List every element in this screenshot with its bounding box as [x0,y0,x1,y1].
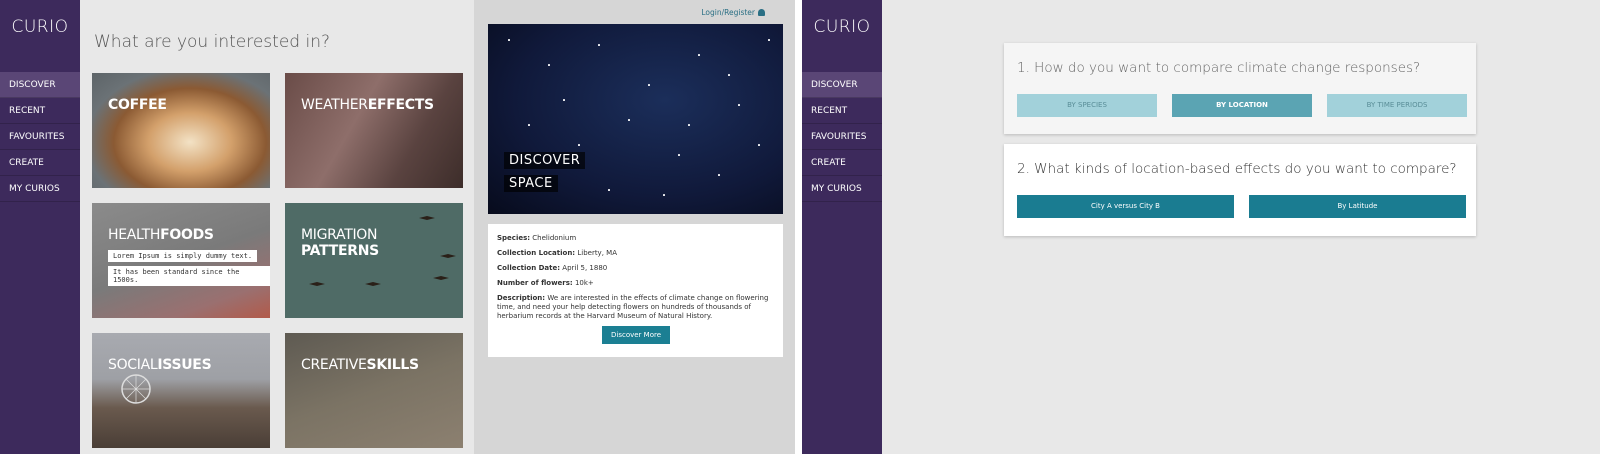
tile-title: HEALTHFOODS [108,227,214,243]
sidebar: CURIO DISCOVER RECENT FAVOURITES CREATE … [802,0,882,454]
tile-weather-effects[interactable]: WEATHEREFFECTS [285,73,463,188]
sidebar-item-create[interactable]: CREATE [802,150,882,176]
tile-title: CREATIVESKILLS [301,357,419,373]
tile-caption: Lorem Ipsum is simply dummy text. [108,250,258,262]
bird-icon [440,254,456,258]
sidebar-item-recent[interactable]: RECENT [802,98,882,124]
tile-title-light: HEALTH [108,227,161,243]
feature-image[interactable]: DISCOVER SPACE [488,24,783,214]
tile-title: COFFEE [108,97,167,113]
login-register-label: Login/Register [701,8,755,17]
app-logo[interactable]: CURIO [802,17,882,37]
bird-icon [309,282,325,286]
date-row: Collection Date: April 5, 1880 [497,264,774,272]
feature-title-line1: DISCOVER [504,152,586,169]
ferris-wheel-icon [121,374,151,404]
tile-title-light: MIGRATION [301,227,378,243]
flowers-label: Number of flowers: [497,279,573,287]
sidebar-item-my-curios[interactable]: MY CURIOS [802,176,882,202]
bird-icon [419,216,435,220]
location-row: Collection Location: Liberty, MA [497,249,774,257]
page-title: What are you interested in? [94,32,330,52]
user-icon [758,9,765,16]
by-latitude-button[interactable]: By Latitude [1249,195,1466,218]
tile-title-light: WEATHER [301,97,368,113]
by-time-periods-button[interactable]: BY TIME PERIODS [1327,94,1467,117]
tile-health-foods[interactable]: HEALTHFOODS Lorem Ipsum is simply dummy … [92,203,270,318]
login-register-link[interactable]: Login/Register [701,8,765,17]
date-value: April 5, 1880 [562,264,608,272]
date-label: Collection Date: [497,264,561,272]
sidebar-nav: DISCOVER RECENT FAVOURITES CREATE MY CUR… [0,72,80,202]
bird-icon [433,276,449,280]
tile-social-issues[interactable]: SOCIALISSUES [92,333,270,448]
tile-title: SOCIALISSUES [108,357,212,373]
sidebar-item-create[interactable]: CREATE [0,150,80,176]
location-effects-card: 2. What kinds of location-based effects … [1004,144,1476,236]
tile-title-bold: FOODS [160,227,214,243]
tile-migration-patterns[interactable]: MIGRATION PATTERNS [285,203,463,318]
sidebar-item-recent[interactable]: RECENT [0,98,80,124]
sidebar-item-discover[interactable]: DISCOVER [0,72,80,98]
sidebar-item-favourites[interactable]: FAVOURITES [802,124,882,150]
tile-title-bold: EFFECTS [367,97,434,113]
species-label: Species: [497,234,531,242]
sidebar-item-favourites[interactable]: FAVOURITES [0,124,80,150]
sidebar-item-discover[interactable]: DISCOVER [802,72,882,98]
species-row: Species: Chelidonium [497,234,774,242]
sidebar: CURIO DISCOVER RECENT FAVOURITES CREATE … [0,0,80,454]
description-label: Description: [497,294,546,302]
tile-title-bold: PATTERNS [301,243,379,259]
description-row: Description: We are interested in the ef… [497,294,774,321]
discover-screen: CURIO DISCOVER RECENT FAVOURITES CREATE … [0,0,795,454]
feature-title-line2: SPACE [504,175,558,192]
tile-title: WEATHEREFFECTS [301,97,434,113]
question-1: 1. How do you want to compare climate ch… [1017,60,1421,76]
compare-screen: CURIO DISCOVER RECENT FAVOURITES CREATE … [802,0,1600,454]
compare-method-card: 1. How do you want to compare climate ch… [1004,43,1476,134]
city-a-vs-city-b-button[interactable]: City A versus City B [1017,195,1234,218]
tile-creative-skills[interactable]: CREATIVESKILLS [285,333,463,448]
flowers-value: 10k+ [574,279,594,287]
tile-coffee[interactable]: COFFEE [92,73,270,188]
tile-title-bold: SKILLS [366,357,420,373]
location-label: Collection Location: [497,249,576,257]
tile-caption: It has been standard since the 1500s. [108,266,270,286]
tile-title-bold: COFFEE [108,97,167,113]
tile-title-bold: ISSUES [157,357,212,373]
question-2: 2. What kinds of location-based effects … [1017,161,1457,177]
app-logo[interactable]: CURIO [0,17,80,37]
by-species-button[interactable]: BY SPECIES [1017,94,1157,117]
tile-title: MIGRATION PATTERNS [301,227,379,259]
specimen-info-card: Species: Chelidonium Collection Location… [488,224,783,357]
location-value: Liberty, MA [577,249,617,257]
discover-more-button[interactable]: Discover More [602,326,670,344]
species-value: Chelidonium [532,234,577,242]
detail-panel: Login/Register DISCOVER SPACE Species: C… [474,0,795,454]
sidebar-nav: DISCOVER RECENT FAVOURITES CREATE MY CUR… [802,72,882,202]
sidebar-item-my-curios[interactable]: MY CURIOS [0,176,80,202]
bird-icon [365,282,381,286]
tile-title-light: SOCIAL [108,357,158,373]
by-location-button[interactable]: BY LOCATION [1172,94,1312,117]
flowers-row: Number of flowers: 10k+ [497,279,774,287]
tile-title-light: CREATIVE [301,357,367,373]
interests-panel: What are you interested in? COFFEE WEATH… [80,0,474,454]
